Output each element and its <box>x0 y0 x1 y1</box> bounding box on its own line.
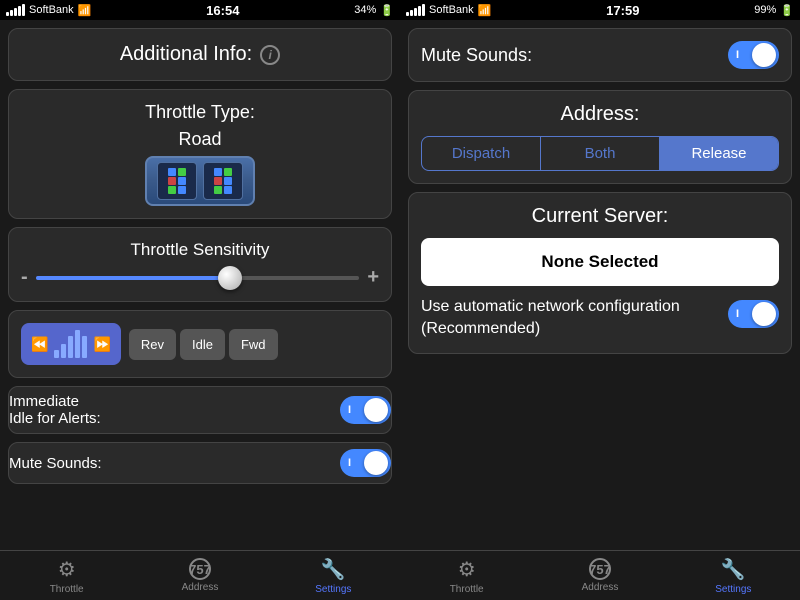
speed-indicator <box>50 330 91 358</box>
settings-tab-icon: 🔧 <box>321 557 346 582</box>
mute-sounds-card: Mute Sounds: I <box>408 28 792 82</box>
left-mute-toggle-knob <box>364 451 388 475</box>
info-icon[interactable]: i <box>260 45 280 65</box>
right-battery: 99% <box>754 4 776 16</box>
sensitivity-label: Throttle Sensitivity <box>21 240 379 260</box>
right-throttle-tab-icon: ⚙ <box>458 557 476 582</box>
right-wifi-icon: 📶 <box>478 4 492 17</box>
left-settings-tab-label: Settings <box>315 584 351 595</box>
left-throttle-tab-label: Throttle <box>50 584 84 595</box>
left-status-right: 34% 🔋 <box>354 4 394 17</box>
immediate-idle-card: ImmediateIdle for Alerts: I <box>8 386 392 434</box>
right-address-tab-label: Address <box>582 582 619 593</box>
sensitivity-slider-row: - + <box>21 266 379 289</box>
throttle-device-1 <box>157 162 197 200</box>
release-button[interactable]: Release <box>659 137 778 170</box>
right-throttle-tab-label: Throttle <box>450 584 484 595</box>
mute-sounds-label: Mute Sounds: <box>421 45 532 66</box>
left-address-tab-label: Address <box>182 582 219 593</box>
left-tab-address[interactable]: 757 Address <box>133 558 266 593</box>
auto-config-text-container: Use automatic network configuration (Rec… <box>421 296 720 341</box>
auto-config-row: Use automatic network configuration (Rec… <box>421 296 779 341</box>
immediate-idle-toggle[interactable]: I <box>340 396 391 424</box>
throttle-tab-icon: ⚙ <box>58 557 76 582</box>
toggle-on-text: I <box>348 404 351 416</box>
auto-config-text: Use automatic network configuration <box>421 298 680 315</box>
speed-controls: ⏪ ⏩ <box>21 323 121 365</box>
mute-toggle-text: I <box>736 49 739 61</box>
sensitivity-card: Throttle Sensitivity - + <box>8 227 392 302</box>
right-battery-icon: 🔋 <box>780 4 794 17</box>
rev-button[interactable]: Rev <box>129 329 176 360</box>
left-status-bar: SoftBank 📶 16:54 34% 🔋 <box>0 0 400 20</box>
left-content: Additional Info: i Throttle Type: Road <box>0 20 400 550</box>
controls-card: ⏪ ⏩ Rev Idle Fwd <box>8 310 392 378</box>
slider-minus-label: - <box>21 266 28 289</box>
signal-icon <box>6 4 25 16</box>
fwd-button[interactable]: Fwd <box>229 329 278 360</box>
address-segmented-control: Dispatch Both Release <box>421 136 779 171</box>
slider-thumb <box>218 266 242 290</box>
right-settings-tab-label: Settings <box>715 584 751 595</box>
current-server-title: Current Server: <box>421 205 779 228</box>
left-tab-settings[interactable]: 🔧 Settings <box>267 557 400 595</box>
mute-toggle-knob <box>752 43 776 67</box>
left-mute-toggle[interactable]: I <box>340 449 391 477</box>
slider-plus-label: + <box>367 266 379 289</box>
left-mute-toggle-text: I <box>348 457 351 469</box>
throttle-type-value: Road <box>178 129 221 150</box>
direction-buttons: Rev Idle Fwd <box>129 329 278 360</box>
sensitivity-slider[interactable] <box>36 276 360 280</box>
address-tab-icon: 757 <box>189 558 211 580</box>
idle-button[interactable]: Idle <box>180 329 225 360</box>
address-card: Address: Dispatch Both Release <box>408 90 792 184</box>
auto-config-toggle-knob <box>752 302 776 326</box>
immediate-idle-label: ImmediateIdle for Alerts: <box>9 393 101 427</box>
throttle-type-label: Throttle Type: <box>145 102 255 123</box>
right-tab-settings[interactable]: 🔧 Settings <box>667 557 800 595</box>
left-time: 16:54 <box>206 3 239 18</box>
right-address-tab-icon: 757 <box>589 558 611 580</box>
address-title: Address: <box>561 103 640 126</box>
server-selected-value: None Selected <box>541 252 658 271</box>
right-tab-address[interactable]: 757 Address <box>533 558 666 593</box>
throttle-device-2 <box>203 162 243 200</box>
recommended-text: (Recommended) <box>421 320 540 337</box>
right-settings-tab-icon: 🔧 <box>721 557 746 582</box>
throttle-type-card: Throttle Type: Road <box>8 89 392 219</box>
left-status-left: SoftBank 📶 <box>6 4 91 17</box>
toggle-knob <box>364 398 388 422</box>
server-selector[interactable]: None Selected <box>421 238 779 286</box>
left-carrier: SoftBank <box>29 4 74 16</box>
right-status-bar: SoftBank 📶 17:59 99% 🔋 <box>400 0 800 20</box>
right-status-right: 99% 🔋 <box>754 4 794 17</box>
auto-config-toggle[interactable]: I <box>728 300 779 328</box>
right-tab-throttle[interactable]: ⚙ Throttle <box>400 557 533 595</box>
auto-config-toggle-text: I <box>736 308 739 320</box>
left-tab-bar: ⚙ Throttle 757 Address 🔧 Settings <box>0 550 400 600</box>
right-time: 17:59 <box>606 3 639 18</box>
dispatch-button[interactable]: Dispatch <box>422 137 540 170</box>
left-mute-label: Mute Sounds: <box>9 455 102 472</box>
right-tab-bar: ⚙ Throttle 757 Address 🔧 Settings <box>400 550 800 600</box>
left-panel: SoftBank 📶 16:54 34% 🔋 Additional Info: … <box>0 0 400 600</box>
rewind-btn[interactable]: ⏪ <box>29 332 50 357</box>
throttle-image <box>145 156 255 206</box>
right-status-left: SoftBank 📶 <box>406 4 491 17</box>
right-panel: SoftBank 📶 17:59 99% 🔋 Mute Sounds: I Ad… <box>400 0 800 600</box>
wifi-icon: 📶 <box>78 4 92 17</box>
additional-info-title: Additional Info: <box>120 43 252 66</box>
battery-icon: 🔋 <box>380 4 394 17</box>
left-tab-throttle[interactable]: ⚙ Throttle <box>0 557 133 595</box>
both-button[interactable]: Both <box>540 137 659 170</box>
right-carrier: SoftBank <box>429 4 474 16</box>
right-signal-icon <box>406 4 425 16</box>
right-content: Mute Sounds: I Address: Dispatch Both Re… <box>400 20 800 550</box>
left-battery: 34% <box>354 4 376 16</box>
current-server-card: Current Server: None Selected Use automa… <box>408 192 792 354</box>
additional-info-card: Additional Info: i <box>8 28 392 81</box>
forward-btn[interactable]: ⏩ <box>91 332 112 357</box>
left-mute-card: Mute Sounds: I <box>8 442 392 484</box>
mute-sounds-toggle[interactable]: I <box>728 41 779 69</box>
